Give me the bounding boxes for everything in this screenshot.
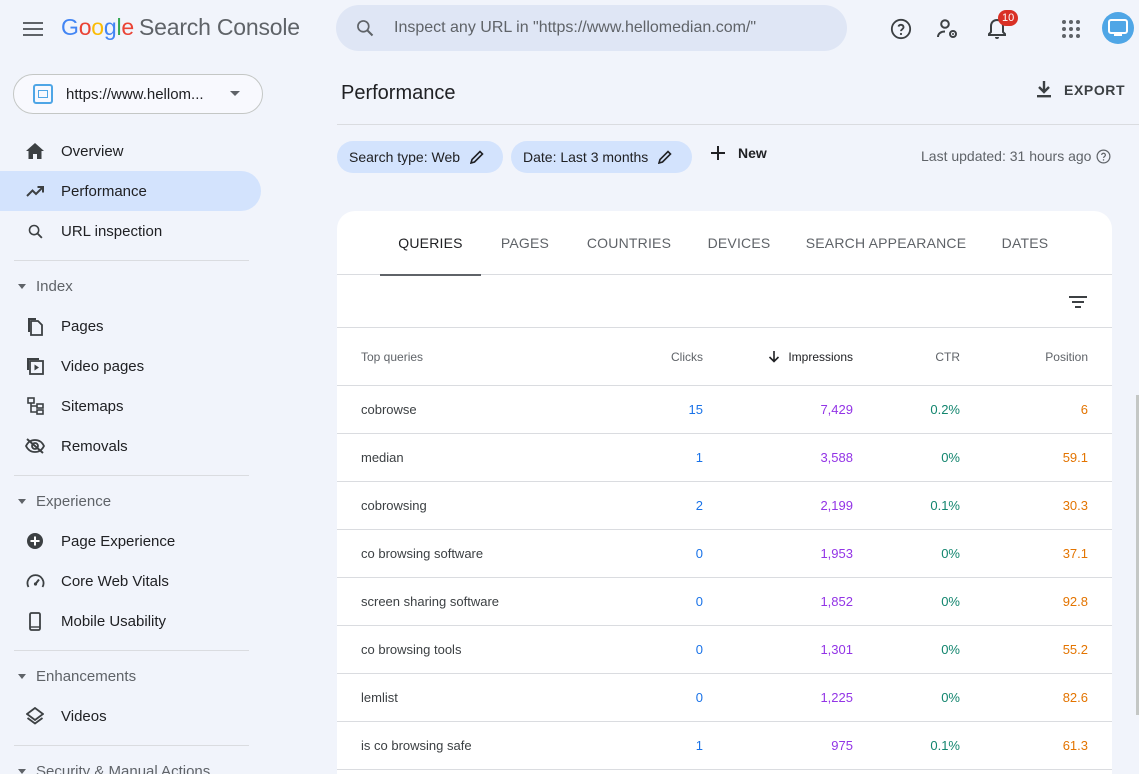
- help-icon[interactable]: [884, 12, 918, 46]
- export-button[interactable]: EXPORT: [1035, 80, 1125, 99]
- property-selector[interactable]: https://www.hellom...: [13, 74, 263, 114]
- smartphone-icon: [25, 611, 45, 631]
- manage-account-icon[interactable]: [931, 12, 965, 46]
- collapse-triangle-icon: [18, 283, 26, 289]
- sitemap-icon: [25, 396, 45, 416]
- column-header-query[interactable]: Top queries: [361, 350, 423, 364]
- column-header-ctr[interactable]: CTR: [935, 350, 960, 364]
- menu-icon[interactable]: [18, 16, 48, 42]
- tab-pages[interactable]: PAGES: [481, 211, 569, 275]
- sidebar-divider: [14, 260, 249, 261]
- visibility-off-icon: [25, 436, 45, 456]
- collapse-triangle-icon: [18, 673, 26, 679]
- nav-item-overview[interactable]: Overview: [0, 131, 261, 171]
- last-updated-text: Last updated: 31 hours ago: [921, 148, 1111, 164]
- filter-list-icon[interactable]: [1066, 290, 1090, 314]
- column-header-position[interactable]: Position: [1045, 350, 1088, 364]
- url-inspect-search[interactable]: [336, 5, 847, 51]
- sidebar-divider: [14, 745, 249, 746]
- edit-pencil-icon[interactable]: [658, 150, 672, 164]
- date-filter-chip[interactable]: Date: Last 3 months: [511, 141, 692, 173]
- nav-item-pages[interactable]: Pages: [0, 306, 261, 346]
- tab-queries[interactable]: QUERIES: [380, 211, 481, 276]
- nav-section-index[interactable]: Index: [0, 271, 261, 301]
- nav-section-enhancements[interactable]: Enhancements: [0, 661, 261, 691]
- new-filter-button[interactable]: New: [710, 145, 767, 161]
- table-row[interactable]: median 1 3,588 0% 59.1: [337, 434, 1112, 482]
- nav-section-security[interactable]: Security & Manual Actions: [0, 756, 261, 774]
- nav-item-mobile-usability[interactable]: Mobile Usability: [0, 601, 261, 641]
- nav-item-url-inspection[interactable]: URL inspection: [0, 211, 261, 251]
- nav-item-removals[interactable]: Removals: [0, 426, 261, 466]
- account-avatar[interactable]: [1102, 12, 1134, 44]
- table-row[interactable]: cobrowsing 2 2,199 0.1% 30.3: [337, 482, 1112, 530]
- arrow-down-icon: [769, 351, 780, 363]
- nav-item-video-pages[interactable]: Video pages: [0, 346, 261, 386]
- trending-up-icon: [25, 181, 45, 201]
- collapse-triangle-icon: [18, 498, 26, 504]
- product-name: Search Console: [139, 14, 300, 40]
- plus-icon: [710, 145, 726, 161]
- speed-icon: [25, 571, 45, 591]
- table-row[interactable]: lemlist 0 1,225 0% 82.6: [337, 674, 1112, 722]
- nav-item-performance[interactable]: Performance: [0, 171, 261, 211]
- tab-search-appearance[interactable]: SEARCH APPEARANCE: [789, 211, 983, 275]
- search-input[interactable]: [394, 19, 834, 37]
- sidebar-divider: [14, 475, 249, 476]
- column-header-impressions[interactable]: Impressions: [768, 350, 853, 364]
- tab-dates[interactable]: DATES: [983, 211, 1067, 275]
- edit-pencil-icon[interactable]: [470, 150, 484, 164]
- nav-section-experience[interactable]: Experience: [0, 486, 261, 516]
- table-row[interactable]: co browsing tools 0 1,301 0% 55.2: [337, 626, 1112, 674]
- nav-item-page-experience[interactable]: Page Experience: [0, 521, 261, 561]
- sidebar-divider: [14, 650, 249, 651]
- table-header: Top queries Clicks Impressions CTR Posit…: [337, 328, 1112, 386]
- nav-item-videos[interactable]: Videos: [0, 696, 261, 736]
- notification-badge: 10: [998, 10, 1019, 26]
- home-icon: [25, 141, 45, 161]
- tab-devices[interactable]: DEVICES: [689, 211, 789, 275]
- page-title: Performance: [341, 82, 456, 104]
- header-divider: [337, 124, 1139, 125]
- search-icon[interactable]: [336, 18, 394, 38]
- table-row[interactable]: is co browsing safe 1 975 0.1% 61.3: [337, 722, 1112, 770]
- column-header-clicks[interactable]: Clicks: [671, 350, 703, 364]
- download-icon: [1035, 80, 1053, 99]
- collapse-triangle-icon: [18, 768, 26, 774]
- search-type-filter-chip[interactable]: Search type: Web: [337, 141, 503, 173]
- apps-grid-icon[interactable]: [1054, 12, 1088, 46]
- tab-countries[interactable]: COUNTRIES: [569, 211, 689, 275]
- top-app-bar: GoogleSearch Console 10: [0, 0, 1139, 58]
- pages-icon: [25, 316, 45, 336]
- video-pages-icon: [25, 356, 45, 376]
- dropdown-caret-icon: [230, 91, 240, 96]
- search-console-logo[interactable]: Google Search Console: [61, 14, 300, 41]
- notifications-icon[interactable]: 10: [980, 10, 1019, 46]
- layers-icon: [25, 706, 45, 726]
- help-outline-icon[interactable]: [1096, 149, 1111, 164]
- property-url: https://www.hellom...: [66, 85, 204, 103]
- nav-item-sitemaps[interactable]: Sitemaps: [0, 386, 261, 426]
- page-experience-icon: [25, 531, 45, 551]
- property-icon: [33, 84, 53, 104]
- dimension-tabs: QUERIES PAGES COUNTRIES DEVICES SEARCH A…: [337, 211, 1112, 276]
- table-row[interactable]: cobrowse 15 7,429 0.2% 6: [337, 386, 1112, 434]
- nav-item-core-web-vitals[interactable]: Core Web Vitals: [0, 561, 261, 601]
- table-row[interactable]: co browsing software 0 1,953 0% 37.1: [337, 530, 1112, 578]
- table-row[interactable]: screen sharing software 0 1,852 0% 92.8: [337, 578, 1112, 626]
- search-icon: [25, 221, 45, 241]
- performance-card: QUERIES PAGES COUNTRIES DEVICES SEARCH A…: [337, 211, 1112, 774]
- table-filter-bar: [337, 276, 1112, 328]
